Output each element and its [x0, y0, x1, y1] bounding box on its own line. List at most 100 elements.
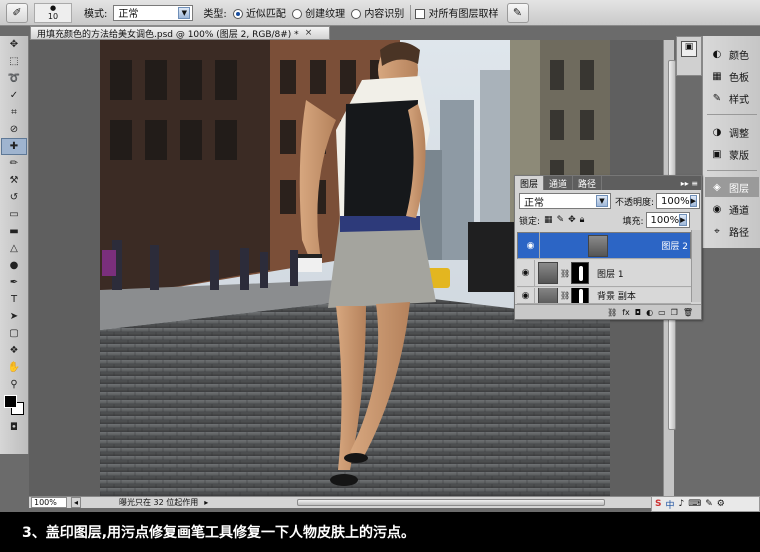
hand-tool[interactable]: ✋ — [1, 359, 27, 376]
opacity-field[interactable]: 100% ▶ — [656, 193, 701, 209]
visibility-eye-icon[interactable]: ◉ — [517, 288, 535, 303]
lock-paint-icon[interactable]: ✎ — [557, 215, 565, 225]
horizontal-scrollbar[interactable] — [297, 499, 605, 506]
bandage-icon: ✐ — [12, 6, 22, 19]
chevron-down-icon: ▼ — [178, 6, 191, 19]
chevron-right-icon: ▶ — [679, 214, 687, 226]
spot-healing-brush-tool[interactable]: ✚ — [1, 138, 27, 155]
chinese-mode-icon[interactable]: 中 — [665, 498, 674, 511]
sample-all-layers-checkbox[interactable]: 对所有图层取样 — [410, 5, 499, 20]
tab-layers[interactable]: 图层 — [515, 176, 545, 190]
3d-rotate-tool[interactable]: ❖ — [1, 342, 27, 359]
dock-item-paths[interactable]: ⌖ 路径 — [705, 221, 759, 241]
layer-name: 背景 副本 — [597, 292, 636, 302]
pen-icon[interactable]: ✎ — [705, 499, 713, 509]
fill-label: 填充: — [622, 216, 644, 227]
crop-tool[interactable]: ⌗ — [1, 104, 27, 121]
gradient-tool[interactable]: ▬ — [1, 223, 27, 240]
zoom-tool[interactable]: ⚲ — [1, 376, 27, 393]
type-tool[interactable]: T — [1, 291, 27, 308]
pen-tool[interactable]: ✒ — [1, 274, 27, 291]
brush-tool[interactable]: ✏ — [1, 155, 27, 172]
foreground-color-swatch[interactable] — [4, 395, 17, 408]
status-arrow-icon[interactable]: ◂ — [71, 497, 82, 508]
add-mask-icon[interactable]: ◘ — [635, 308, 641, 317]
pressure-toggle-button[interactable]: ✎ — [506, 2, 529, 23]
dock-item-styles[interactable]: ✎ 样式 — [705, 88, 759, 108]
shape-tool[interactable]: ▢ — [1, 325, 27, 342]
lock-all-icon[interactable]: 🔒︎ — [580, 215, 585, 225]
lock-position-icon[interactable]: ✥ — [568, 215, 576, 225]
dock-item-layers[interactable]: ◈ 图层 — [705, 177, 759, 197]
new-group-icon[interactable]: ▭ — [658, 308, 666, 317]
fx-icon[interactable]: fx — [622, 308, 630, 317]
quick-mask-button[interactable]: ◘ — [1, 419, 27, 436]
settings-icon[interactable]: ⚙ — [717, 499, 725, 509]
eraser-tool[interactable]: ▭ — [1, 206, 27, 223]
adjustment-layer-icon[interactable]: ◐ — [646, 308, 653, 317]
mode-select[interactable]: 正常 ▼ — [113, 4, 194, 21]
tab-paths[interactable]: 路径 — [573, 176, 603, 190]
trash-icon[interactable]: 🗑︎ — [683, 308, 693, 317]
opacity-label: 不透明度: — [615, 197, 655, 208]
dock-item-masks[interactable]: ▣ 蒙版 — [705, 144, 759, 164]
history-brush-tool[interactable]: ↺ — [1, 189, 27, 206]
layers-icon: ◈ — [713, 181, 721, 193]
dodge-tool[interactable]: ● — [1, 257, 27, 274]
brush-size-picker[interactable]: ● 10 — [34, 2, 72, 23]
info-panel-icon[interactable]: ▣ — [681, 41, 697, 57]
radio-icon — [291, 9, 302, 19]
layer-mask-thumbnail[interactable] — [571, 262, 589, 284]
new-layer-icon[interactable]: ❐ — [671, 308, 678, 317]
layer-row[interactable]: ◉ ⛓ 背景 副本 — [517, 288, 691, 304]
dock-item-adjustments[interactable]: ◑ 调整 — [705, 122, 759, 142]
fill-field[interactable]: 100% ▶ — [645, 212, 690, 228]
layers-scrollbar[interactable] — [691, 230, 701, 302]
clone-stamp-tool[interactable]: ⚒ — [1, 172, 27, 189]
type-option-content-aware[interactable]: 内容识别 — [351, 5, 404, 20]
chevron-right-icon: ▶ — [689, 195, 698, 207]
close-icon[interactable]: × — [305, 28, 313, 38]
layer-mask-thumbnail[interactable] — [571, 288, 589, 303]
link-layers-icon[interactable]: ⛓ — [607, 308, 617, 317]
lock-row: 锁定: ▦ ✎ ✥ 🔒︎ 填充: 100% ▶ — [515, 212, 701, 228]
layers-panel-footer: ⛓ fx ◘ ◐ ▭ ❐ 🗑︎ — [515, 304, 701, 319]
panel-menu-icon[interactable]: ▸▸ ≡ — [681, 176, 701, 190]
dock-item-swatches[interactable]: ▦ 色板 — [705, 66, 759, 86]
sogou-icon[interactable]: S — [655, 499, 661, 509]
tab-channels[interactable]: 通道 — [544, 176, 574, 190]
marquee-tool[interactable]: ⬚ — [1, 53, 27, 70]
mode-label: 模式: — [84, 9, 108, 20]
sound-icon[interactable]: ♪ — [679, 499, 685, 509]
brush-dot-icon: ● — [49, 4, 57, 12]
keyboard-icon[interactable]: ⌨ — [688, 499, 701, 509]
swatches-icon: ▦ — [712, 70, 722, 82]
document-tab[interactable]: 用填充颜色的方法给美女调色.psd @ 100% (图层 2, RGB/8#) … — [30, 26, 330, 40]
move-tool[interactable]: ✥ — [1, 36, 27, 53]
radio-selected-icon — [232, 9, 243, 19]
color-swatches[interactable] — [2, 393, 28, 419]
lock-transparency-icon[interactable]: ▦ — [544, 215, 553, 225]
blur-tool[interactable]: △ — [1, 240, 27, 257]
path-select-tool[interactable]: ➤ — [1, 308, 27, 325]
dock-item-channels[interactable]: ◉ 通道 — [705, 199, 759, 219]
zoom-field[interactable]: 100% — [31, 497, 67, 508]
layer-row[interactable]: ◉ ⛓ 图层 1 — [517, 259, 691, 287]
status-menu-icon[interactable]: ▸ — [204, 498, 208, 507]
layer-thumbnail — [538, 288, 558, 303]
visibility-eye-icon[interactable]: ◉ — [522, 232, 540, 259]
visibility-eye-icon[interactable]: ◉ — [517, 259, 535, 287]
type-option-proximity[interactable]: 近似匹配 — [232, 5, 286, 20]
blend-row: 正常 ▼ 不透明度: 100% ▶ — [515, 193, 701, 209]
spot-healing-brush-preset-button[interactable]: ✐ — [6, 2, 28, 23]
blend-mode-select[interactable]: 正常 ▼ — [519, 193, 611, 209]
lasso-tool[interactable]: ➰ — [1, 70, 27, 87]
quick-select-tool[interactable]: ✓ — [1, 87, 27, 104]
options-bar: ✐ ● 10 模式: 正常 ▼ 类型: 近似匹配 创建纹理 内容识别 对所有图层… — [0, 0, 760, 26]
dock-item-color[interactable]: ◐ 颜色 — [705, 44, 759, 64]
eyedropper-tool[interactable]: ⊘ — [1, 121, 27, 138]
type-option-texture[interactable]: 创建纹理 — [291, 5, 345, 20]
layer-name: 图层 2 — [661, 242, 688, 252]
link-chain-icon: ⛓ — [560, 268, 571, 278]
layer-row[interactable]: ◉ 图层 2 — [517, 232, 691, 259]
